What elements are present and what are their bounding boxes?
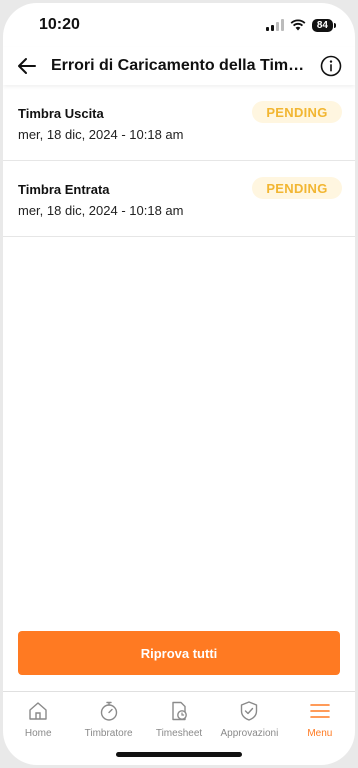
tab-label: Timesheet — [155, 728, 203, 739]
timesheet-icon — [172, 701, 187, 721]
menu-icon — [310, 704, 330, 718]
arrow-left-icon — [18, 58, 36, 74]
info-button[interactable] — [319, 54, 343, 78]
signal-icon — [265, 19, 284, 31]
home-indicator — [116, 752, 242, 757]
stopwatch-icon — [100, 701, 117, 721]
back-button[interactable] — [15, 54, 39, 78]
item-date: mer, 18 dic, 2024 - 10:18 am — [18, 203, 184, 218]
status-icons: 84 — [265, 18, 337, 32]
wifi-icon — [290, 19, 306, 31]
item-title: Timbra Uscita — [18, 106, 104, 121]
battery-icon: 84 — [311, 18, 337, 32]
top-bar: Errori di Caricamento della Timbrature — [3, 47, 355, 85]
info-icon — [320, 55, 342, 77]
page-title: Errori di Caricamento della Timbrature — [51, 57, 311, 74]
app-screen: 10:20 84 Errori di Caricamento della Tim… — [3, 3, 355, 765]
tab-menu[interactable]: Menu — [285, 692, 355, 765]
tab-label: Menu — [307, 728, 333, 739]
tab-label: Home — [24, 728, 52, 739]
shield-check-icon — [241, 701, 258, 721]
status-badge: PENDING — [252, 177, 342, 199]
status-time: 10:20 — [39, 16, 80, 33]
retry-all-button[interactable]: Riprova tutti — [18, 631, 340, 675]
home-icon — [29, 702, 47, 720]
upload-errors-list: Timbra Uscita mer, 18 dic, 2024 - 10:18 … — [3, 85, 355, 237]
status-badge: PENDING — [252, 101, 342, 123]
status-bar: 10:20 84 — [3, 3, 355, 47]
item-title: Timbra Entrata — [18, 182, 110, 197]
list-item[interactable]: Timbra Uscita mer, 18 dic, 2024 - 10:18 … — [3, 85, 355, 161]
tab-home[interactable]: Home — [3, 692, 73, 765]
tab-label: Timbratore — [84, 728, 133, 739]
item-date: mer, 18 dic, 2024 - 10:18 am — [18, 127, 184, 142]
list-item[interactable]: Timbra Entrata mer, 18 dic, 2024 - 10:18… — [3, 161, 355, 237]
tab-label: Approvazioni — [220, 728, 279, 739]
